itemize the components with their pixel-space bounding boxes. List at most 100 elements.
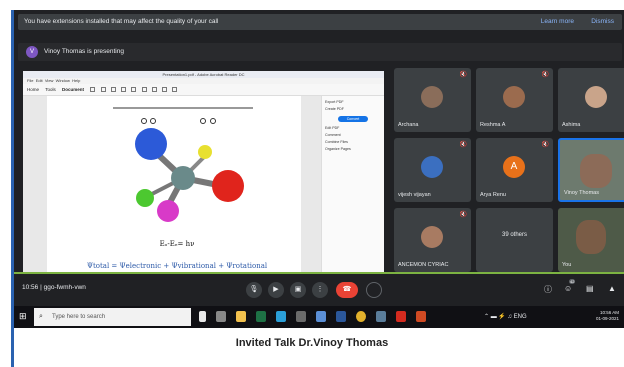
blue-atom	[135, 128, 167, 160]
psi-equation: Ψtotal = Ψelectronic + Ψvibrational + Ψr…	[87, 262, 268, 270]
menu-edit[interactable]: Edit	[36, 78, 43, 83]
document-page: Eₒ-Eₑ= hν Ψtotal = Ψelectronic + Ψvibrat…	[53, 96, 301, 274]
meeting-info: 10:56 | ggo-fwmh-vwn	[22, 284, 86, 291]
meet-screen: You have extensions installed that may a…	[11, 10, 624, 328]
edge-icon[interactable]	[276, 311, 286, 322]
menu-view[interactable]: View	[45, 78, 54, 83]
more-options-button[interactable]: ⋮	[312, 282, 328, 298]
photos-icon[interactable]	[376, 311, 386, 322]
clock[interactable]: 10:56 AM 01-09-2021	[596, 310, 619, 322]
presenting-text: Vinoy Thomas is presenting	[44, 48, 124, 55]
language-indicator[interactable]: ENG	[514, 314, 527, 320]
mic-muted-icon: 🔇	[459, 142, 467, 148]
menu-file[interactable]: File	[27, 78, 33, 83]
slide-frame: You have extensions installed that may a…	[0, 0, 624, 367]
panel-organize-pages[interactable]: Organize Pages	[325, 146, 381, 153]
task-view-icon[interactable]	[199, 311, 206, 322]
participant-avatar	[585, 86, 607, 108]
acrobat-title-bar: Presentation1.pdf - Adobe Acrobat Reader…	[23, 71, 384, 78]
notepad-icon[interactable]	[316, 311, 326, 322]
participant-name: Ashima	[562, 122, 581, 128]
molecule-figure: Eₒ-Eₑ= hν Ψtotal = Ψelectronic + Ψvibrat…	[87, 107, 268, 270]
panel-create-pdf[interactable]: Create PDF	[325, 106, 381, 113]
red-atom	[212, 170, 244, 202]
participant-tile[interactable]: 🔇 Reshma A	[476, 68, 553, 132]
menu-help[interactable]: Help	[72, 78, 80, 83]
mic-muted-icon: 🔇	[459, 212, 467, 218]
yellow-atom	[198, 145, 212, 159]
participant-avatar	[503, 86, 525, 108]
dismiss-button[interactable]: Dismiss	[591, 14, 614, 30]
participant-name: ANCEMON CYRIAC	[398, 262, 449, 268]
mic-muted-icon: 🔇	[541, 72, 549, 78]
participant-tile[interactable]: 🔇 Ashima	[558, 68, 624, 132]
store-icon[interactable]	[296, 311, 306, 322]
panel-comment[interactable]: Comment	[325, 132, 381, 139]
word-icon[interactable]	[336, 311, 346, 322]
people-icon[interactable]: ☺ 42	[564, 279, 576, 293]
participant-tile[interactable]: 🔇 ANCEMON CYRIAC	[394, 208, 471, 272]
magenta-atom	[157, 200, 179, 222]
hand-icon[interactable]	[141, 87, 147, 93]
zoom-icon[interactable]	[110, 87, 116, 93]
document-gutter-left	[23, 96, 47, 274]
pen-icon[interactable]	[162, 87, 168, 93]
reactions-button[interactable]	[366, 282, 382, 298]
green-atom	[136, 189, 154, 207]
participant-tile-active-speaker[interactable]: Vinoy Thomas	[558, 138, 624, 202]
participant-avatar	[421, 226, 443, 248]
center-atom	[171, 166, 195, 190]
self-view-tile[interactable]: You	[558, 208, 624, 272]
menu-window[interactable]: Window	[56, 78, 70, 83]
info-icon[interactable]: ⓘ	[544, 284, 552, 295]
taskbar-search-input[interactable]: ⌕ Type here to search	[34, 308, 191, 326]
system-tray-icons[interactable]: ⌃ ▬ ⚡ ♫ ENG	[484, 313, 527, 320]
chat-icon[interactable]: ▤	[586, 284, 594, 293]
acrobat-icon[interactable]	[396, 311, 406, 322]
participant-tile[interactable]: 🔇 vijesh vijayan	[394, 138, 471, 202]
end-call-button[interactable]: ☎	[336, 282, 358, 298]
participant-name: You	[562, 262, 572, 268]
microphone-button[interactable]: 🎙	[246, 282, 262, 298]
energy-equation: Eₒ-Eₑ= hν	[160, 240, 195, 248]
tab-tools[interactable]: Tools	[45, 87, 56, 92]
search-placeholder: Type here to search	[52, 314, 106, 320]
document-gutter-right	[301, 96, 321, 274]
tab-home[interactable]: Home	[27, 87, 39, 92]
present-button[interactable]: ▣	[290, 282, 306, 298]
tab-document[interactable]: Document	[62, 87, 84, 92]
acrobat-right-panel: Export PDF Create PDF Convert Edit PDF C…	[321, 96, 384, 274]
share-icon[interactable]	[172, 87, 178, 93]
learn-more-link[interactable]: Learn more	[541, 14, 574, 30]
others-tile[interactable]: 39 others	[476, 208, 553, 272]
save-icon[interactable]	[90, 87, 96, 93]
notification-text: You have extensions installed that may a…	[24, 18, 219, 25]
self-video	[576, 220, 606, 254]
participant-name: vijesh vijayan	[398, 192, 431, 198]
participant-avatar	[421, 86, 443, 108]
participant-video	[580, 154, 612, 188]
page-icon[interactable]	[121, 87, 127, 93]
powerpoint-icon[interactable]	[416, 311, 426, 322]
camera-button[interactable]: ▶	[268, 282, 284, 298]
participant-tile[interactable]: 🔇 Archana	[394, 68, 471, 132]
file-explorer-icon[interactable]	[236, 311, 246, 322]
panel-export-pdf[interactable]: Export PDF	[325, 99, 381, 106]
participant-avatar: A	[503, 156, 525, 178]
windows-start-icon[interactable]: ⊞	[19, 311, 27, 322]
print-icon[interactable]	[100, 87, 106, 93]
participant-tile[interactable]: 🔇 A Arya Renu	[476, 138, 553, 202]
cortana-icon[interactable]	[216, 311, 226, 322]
excel-icon[interactable]	[256, 311, 266, 322]
activities-icon[interactable]: ▲	[608, 284, 616, 293]
participant-name: Reshma A	[480, 122, 506, 128]
chrome-icon[interactable]	[356, 311, 366, 322]
panel-edit-pdf[interactable]: Edit PDF	[325, 125, 381, 132]
participant-count-badge: 42	[569, 279, 576, 284]
comment-icon[interactable]	[151, 87, 157, 93]
presenter-avatar: V	[26, 46, 38, 58]
mic-muted-icon: 🔇	[541, 142, 549, 148]
select-icon[interactable]	[131, 87, 137, 93]
panel-combine-files[interactable]: Combine Files	[325, 139, 381, 146]
convert-button[interactable]: Convert	[338, 116, 368, 122]
